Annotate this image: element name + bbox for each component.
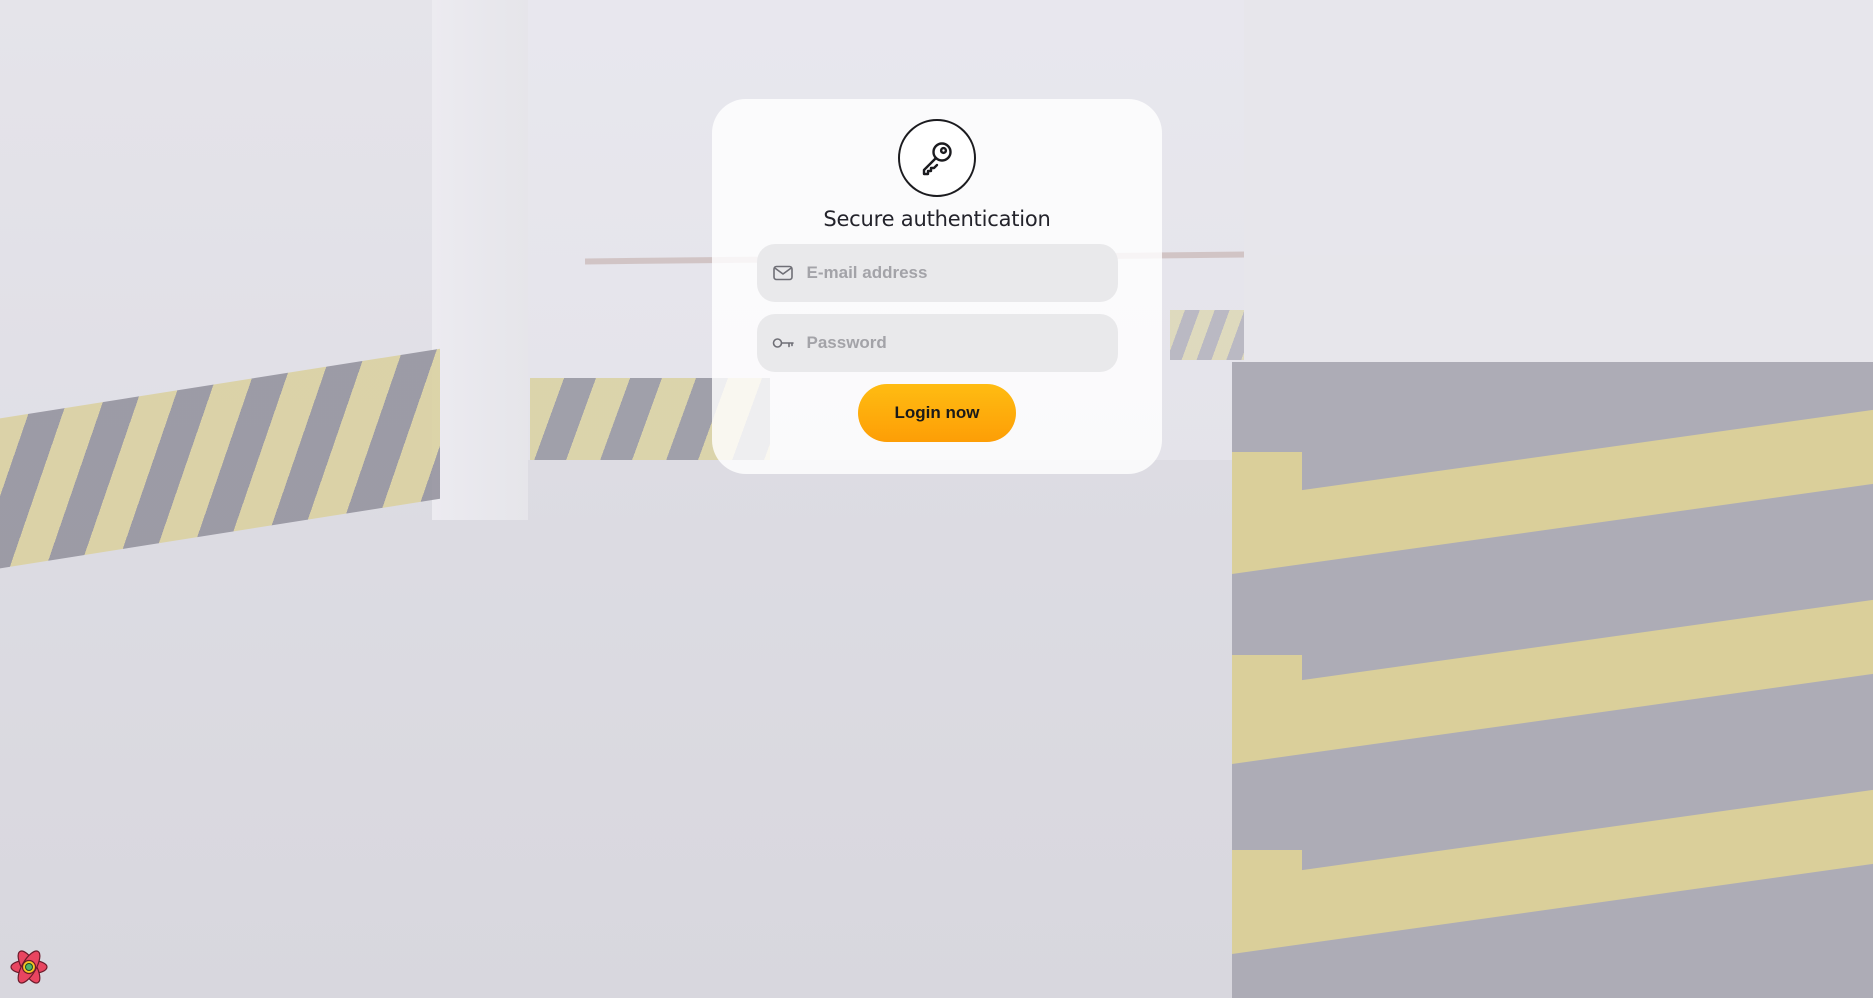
card-title: Secure authentication bbox=[823, 207, 1051, 231]
key-icon bbox=[772, 332, 794, 354]
email-field[interactable] bbox=[756, 243, 1118, 303]
password-input[interactable] bbox=[804, 313, 1118, 373]
login-button[interactable]: Login now bbox=[858, 384, 1016, 442]
key-icon bbox=[898, 119, 976, 197]
login-card: Secure authentication Login now bbox=[712, 99, 1162, 474]
email-input[interactable] bbox=[804, 243, 1118, 303]
envelope-icon bbox=[772, 262, 794, 284]
login-page: B1 Secure authentication bbox=[0, 0, 1873, 998]
password-field[interactable] bbox=[756, 313, 1118, 373]
react-logo-icon[interactable] bbox=[8, 946, 50, 988]
